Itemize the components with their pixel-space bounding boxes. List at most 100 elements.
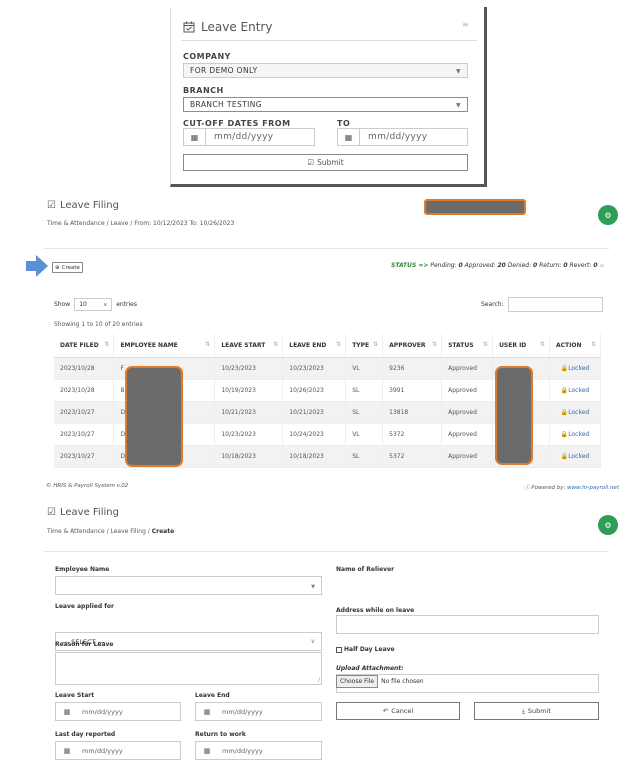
cutoff-from-label: CUT-OFF DATES FROM: [183, 119, 291, 128]
branch-select[interactable]: BRANCH TESTING ▼: [183, 97, 468, 112]
chevron-down-icon: ∨: [103, 301, 108, 308]
reliever-input[interactable]: [336, 615, 599, 634]
calendar-icon: ▦: [63, 707, 71, 716]
th-status[interactable]: STATUS ⇅: [441, 334, 494, 358]
breadcrumb: Time & Attendance / Leave Filing / Creat…: [47, 528, 175, 535]
gears-icon: ⚙: [604, 210, 612, 220]
sort-icon: ⇅: [432, 341, 438, 348]
sort-icon: ⇅: [205, 341, 211, 348]
cutoff-to-label: TO: [337, 119, 351, 128]
upload-label: Upload Attachment:: [336, 665, 404, 672]
date-range: From: 10/12/2023 To: 10/26/2023: [134, 220, 235, 227]
sort-icon: ⇅: [539, 341, 545, 348]
redacted-block: [495, 366, 533, 465]
th-leave-start[interactable]: LEAVE START ⇅: [214, 334, 284, 358]
calendar-check-icon: [183, 21, 195, 33]
caret-down-icon: ▼: [311, 584, 315, 590]
breadcrumb-leave[interactable]: Leave: [111, 220, 129, 227]
redacted-block: [125, 366, 183, 467]
reliever-label: Name of Reliever: [336, 566, 395, 573]
return-to-work-input[interactable]: ▦ mm/dd/yyyy: [195, 741, 322, 760]
sort-icon: ⇅: [104, 341, 110, 348]
calendar-icon: ▦: [203, 746, 211, 755]
divider: [181, 40, 477, 41]
calendar-check-icon: ☑: [47, 200, 56, 211]
list-menu-icon[interactable]: ≡: [462, 20, 469, 29]
sort-icon: ⇅: [373, 341, 379, 348]
employee-name-label: Employee Name: [55, 566, 110, 573]
calendar-icon: ▦: [203, 707, 211, 716]
page-length-control: Show 10 ∨ entries: [54, 298, 137, 311]
gears-icon: ⚙: [604, 520, 612, 530]
leave-start-label: Leave Start: [55, 692, 95, 699]
th-action[interactable]: ACTION ⇅: [549, 334, 602, 358]
pointer-arrow-icon: [26, 255, 48, 277]
create-button[interactable]: ⊕ Create: [52, 262, 83, 273]
half-day-checkbox[interactable]: [336, 646, 342, 653]
locked-action[interactable]: 🔒Locked: [549, 423, 602, 446]
branch-label: BRANCH: [183, 86, 224, 95]
company-select[interactable]: FOR DEMO ONLY ▼: [183, 63, 468, 78]
choose-file-button[interactable]: Choose File: [336, 675, 379, 688]
search-control: Search:: [481, 297, 603, 312]
cancel-button[interactable]: ↶ Cancel: [336, 702, 460, 720]
breadcrumb-time-attendance[interactable]: Time & Attendance: [47, 220, 105, 227]
last-day-input[interactable]: ▦ mm/dd/yyyy: [55, 741, 181, 760]
resize-handle-icon[interactable]: ∕: [318, 677, 320, 684]
download-icon: ⤓: [522, 706, 525, 715]
sort-icon: ⇅: [273, 341, 279, 348]
reason-textarea[interactable]: ∕: [55, 652, 322, 685]
plus-circle-icon: ⊕: [55, 264, 60, 271]
calendar-icon: ▦: [184, 129, 206, 145]
leave-applied-for-label: Leave applied for: [55, 603, 114, 610]
search-input[interactable]: [507, 297, 603, 312]
breadcrumb-time-attendance[interactable]: Time & Attendance: [47, 528, 105, 535]
employee-name-select[interactable]: ▼: [55, 576, 322, 595]
cutoff-to-date-input[interactable]: ▦ mm/dd/yyyy: [337, 128, 468, 146]
status-summary: STATUS => Pending: 0 Approved: 20 Denied…: [391, 262, 605, 269]
caret-down-icon: ▼: [455, 102, 461, 109]
reason-label: Reason for Leave: [55, 641, 114, 648]
locked-action[interactable]: 🔒Locked: [549, 401, 602, 424]
submit-button[interactable]: ⤓ Submit: [474, 702, 599, 720]
list-menu-icon[interactable]: ≡: [599, 262, 604, 269]
return-to-work-label: Return to work: [195, 731, 246, 738]
info-icon: ⓘ: [524, 485, 530, 491]
half-day-toggle: Half Day Leave: [336, 646, 395, 653]
redacted-block: [424, 199, 526, 215]
sort-icon: ⇅: [590, 341, 596, 348]
leave-start-input[interactable]: ▦ mm/dd/yyyy: [55, 702, 181, 721]
th-employee-name[interactable]: EMPLOYEE NAME ⇅: [113, 334, 216, 358]
calendar-check-icon: ☑: [47, 507, 56, 518]
th-type[interactable]: TYPE ⇅: [345, 334, 384, 358]
footer-copyright: © HRIS & Payroll System v.02: [46, 483, 129, 489]
settings-fab[interactable]: ⚙: [598, 515, 618, 535]
breadcrumb-leave-filing[interactable]: Leave Filing: [111, 528, 146, 535]
settings-fab[interactable]: ⚙: [598, 205, 618, 225]
company-label: COMPANY: [183, 52, 231, 61]
sort-icon: ⇅: [483, 341, 489, 348]
calendar-icon: ▦: [338, 129, 360, 145]
entries-select[interactable]: 10 ∨: [74, 298, 113, 311]
leave-end-label: Leave End: [195, 692, 230, 699]
locked-action[interactable]: 🔒Locked: [549, 379, 602, 402]
powered-link[interactable]: www.hr-payroll.net: [567, 485, 619, 491]
address-label: Address while on leave: [336, 607, 415, 614]
leave-entry-title: Leave Entry: [183, 20, 272, 34]
th-leave-end[interactable]: LEAVE END ⇅: [282, 334, 347, 358]
undo-icon: ↶: [382, 707, 389, 715]
locked-action[interactable]: 🔒Locked: [549, 445, 602, 468]
last-day-label: Last day reported: [55, 731, 116, 738]
file-upload: Choose File No file chosen: [336, 675, 424, 688]
leave-end-input[interactable]: ▦ mm/dd/yyyy: [195, 702, 322, 721]
th-user-id[interactable]: USER ID ⇅: [492, 334, 550, 358]
filing-page-title: ☑ Leave Filing: [47, 200, 119, 211]
locked-action[interactable]: 🔒Locked: [549, 357, 602, 380]
breadcrumb-create: Create: [151, 528, 175, 535]
cutoff-from-date-input[interactable]: ▦ mm/dd/yyyy: [183, 128, 315, 146]
entry-submit-button[interactable]: ☑ Submit: [183, 154, 468, 171]
footer-powered: ⓘ Powered by: www.hr-payroll.net: [524, 485, 619, 491]
check-square-icon: ☑: [307, 158, 315, 167]
th-date-filed[interactable]: DATE FILED ⇅: [54, 334, 115, 358]
th-approver[interactable]: APPROVER ⇅: [382, 334, 443, 358]
